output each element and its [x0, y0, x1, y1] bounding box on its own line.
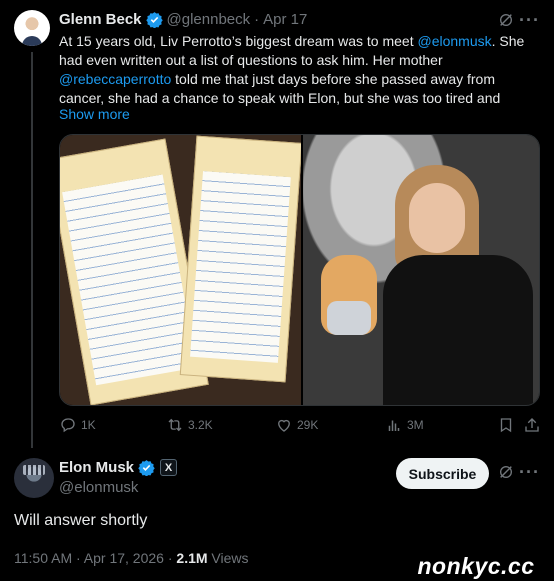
original-tweet-text: At 15 years old, Liv Perrotto’s biggest …: [59, 32, 537, 108]
views-count: 3M: [407, 418, 424, 432]
like-button[interactable]: 29K: [275, 416, 318, 434]
views-button[interactable]: 3M: [385, 416, 424, 434]
note-card: [179, 135, 301, 383]
views-icon: [388, 420, 400, 431]
retweet-button[interactable]: 3.2K: [166, 416, 213, 434]
timestamp[interactable]: 11:50 AM · Apr 17, 2026 ·: [14, 550, 176, 566]
text-part: At 15 years old, Liv Perrotto’s biggest …: [59, 33, 418, 49]
grok-icon[interactable]: [498, 12, 516, 30]
watermark-text: nonkyc.cc: [398, 551, 554, 581]
thread-line: [31, 52, 33, 448]
bookmark-icon: [500, 418, 512, 433]
grok-icon[interactable]: [498, 464, 516, 482]
reply-tweet-header: Elon Musk X: [59, 459, 178, 476]
share-icon: [525, 418, 539, 432]
reply-button[interactable]: 1K: [59, 416, 96, 434]
mention-elonmusk[interactable]: @elonmusk: [417, 33, 491, 49]
author-handle[interactable]: @elonmusk: [59, 479, 138, 496]
like-icon: [278, 419, 290, 432]
verified-badge-icon[interactable]: [145, 11, 163, 28]
mention-rebeccaperrotto[interactable]: @rebeccaperrotto: [59, 71, 171, 87]
author-handle[interactable]: @glennbeck: [167, 11, 251, 28]
reply-icon: [61, 418, 75, 433]
tweet-date[interactable]: Apr 17: [263, 11, 307, 28]
glenn-beck-avatar[interactable]: [14, 10, 50, 46]
bookmark-button[interactable]: [497, 416, 519, 434]
verified-badge-icon[interactable]: [138, 459, 155, 476]
tweet-actions: 1K 3.2K 29K 3M: [59, 416, 539, 438]
like-count: 29K: [297, 418, 319, 432]
author-name[interactable]: Elon Musk: [59, 459, 134, 476]
handwritten-notes-photo[interactable]: [60, 135, 301, 405]
affiliate-badge[interactable]: X: [160, 459, 178, 476]
retweet-icon: [168, 418, 182, 432]
show-more-link[interactable]: Show more: [59, 106, 130, 122]
share-button[interactable]: [523, 416, 545, 434]
tweet-media[interactable]: [59, 134, 540, 406]
retweet-count: 3.2K: [188, 418, 213, 432]
views-label: Views: [207, 550, 249, 566]
reply-meta: 11:50 AM · Apr 17, 2026 · 2.1M Views: [14, 550, 249, 566]
reply-views-count: 2.1M: [176, 550, 208, 566]
more-icon[interactable]: ···: [519, 10, 540, 31]
plush-toy: [321, 255, 377, 335]
girl-portrait-photo[interactable]: [303, 135, 539, 405]
author-name[interactable]: Glenn Beck: [59, 11, 142, 28]
reply-count: 1K: [81, 418, 96, 432]
separator: ·: [254, 11, 260, 28]
more-icon[interactable]: ···: [519, 462, 540, 483]
subscribe-button[interactable]: Subscribe: [396, 458, 489, 489]
reply-tweet-text: Will answer shortly: [14, 512, 148, 529]
original-tweet-header: Glenn Beck @glennbeck · Apr 17: [59, 11, 307, 28]
elon-musk-avatar[interactable]: [14, 458, 54, 498]
